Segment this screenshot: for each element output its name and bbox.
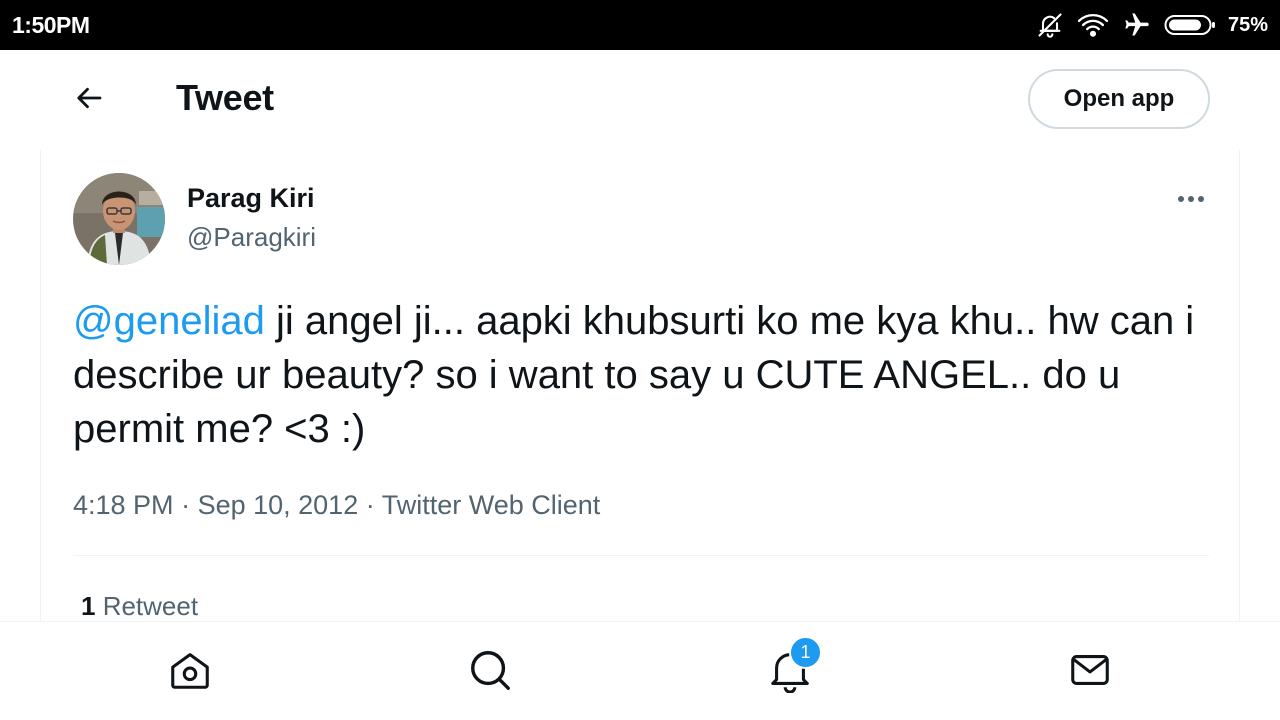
author-display-name[interactable]: Parag Kiri <box>187 183 315 214</box>
tweet-time[interactable]: 4:18 PM <box>73 490 174 520</box>
messages-icon <box>1067 647 1113 698</box>
nav-home[interactable] <box>166 648 214 696</box>
more-horizontal-icon <box>1178 196 1204 202</box>
retweet-stats[interactable]: 1 Retweet <box>81 591 198 622</box>
home-icon <box>167 647 213 698</box>
tweet-meta: 4:18 PM · Sep 10, 2012 · Twitter Web Cli… <box>73 490 600 521</box>
notification-badge: 1 <box>789 636 822 669</box>
status-icons: 75% <box>1036 10 1268 40</box>
meta-separator: · <box>173 490 198 520</box>
bottom-nav: 1 <box>0 621 1280 720</box>
battery-percent: 75% <box>1227 13 1268 36</box>
tweet-source[interactable]: Twitter Web Client <box>382 490 601 520</box>
avatar[interactable] <box>73 173 165 265</box>
retweet-label: Retweet <box>95 591 199 621</box>
more-options-button[interactable] <box>1171 184 1211 214</box>
divider <box>73 555 1209 556</box>
status-time: 1:50PM <box>12 12 90 38</box>
arrow-left-icon <box>75 83 105 118</box>
tweet-card: Parag Kiri @Paragkiri @geneliad ji angel… <box>40 150 1240 622</box>
retweet-count: 1 <box>81 591 96 621</box>
tweet-text: @geneliad ji angel ji... aapki khubsurti… <box>73 294 1223 456</box>
airplane-mode-icon <box>1122 11 1152 39</box>
nav-search[interactable] <box>466 648 514 696</box>
top-header: Tweet Open app <box>0 50 1280 150</box>
battery-icon <box>1164 13 1216 37</box>
mention-link[interactable]: @geneliad <box>73 299 265 343</box>
page-title: Tweet <box>176 77 274 118</box>
search-icon <box>467 647 513 698</box>
wifi-icon <box>1076 11 1110 39</box>
back-button[interactable] <box>66 78 114 122</box>
open-app-button[interactable]: Open app <box>1028 69 1210 129</box>
bell-muted-icon <box>1036 11 1064 39</box>
status-bar: 1:50PM 75% <box>0 0 1280 50</box>
nav-messages[interactable] <box>1066 648 1114 696</box>
meta-separator: · <box>358 490 382 520</box>
tweet-date[interactable]: Sep 10, 2012 <box>198 490 359 520</box>
author-handle[interactable]: @Paragkiri <box>187 222 316 253</box>
